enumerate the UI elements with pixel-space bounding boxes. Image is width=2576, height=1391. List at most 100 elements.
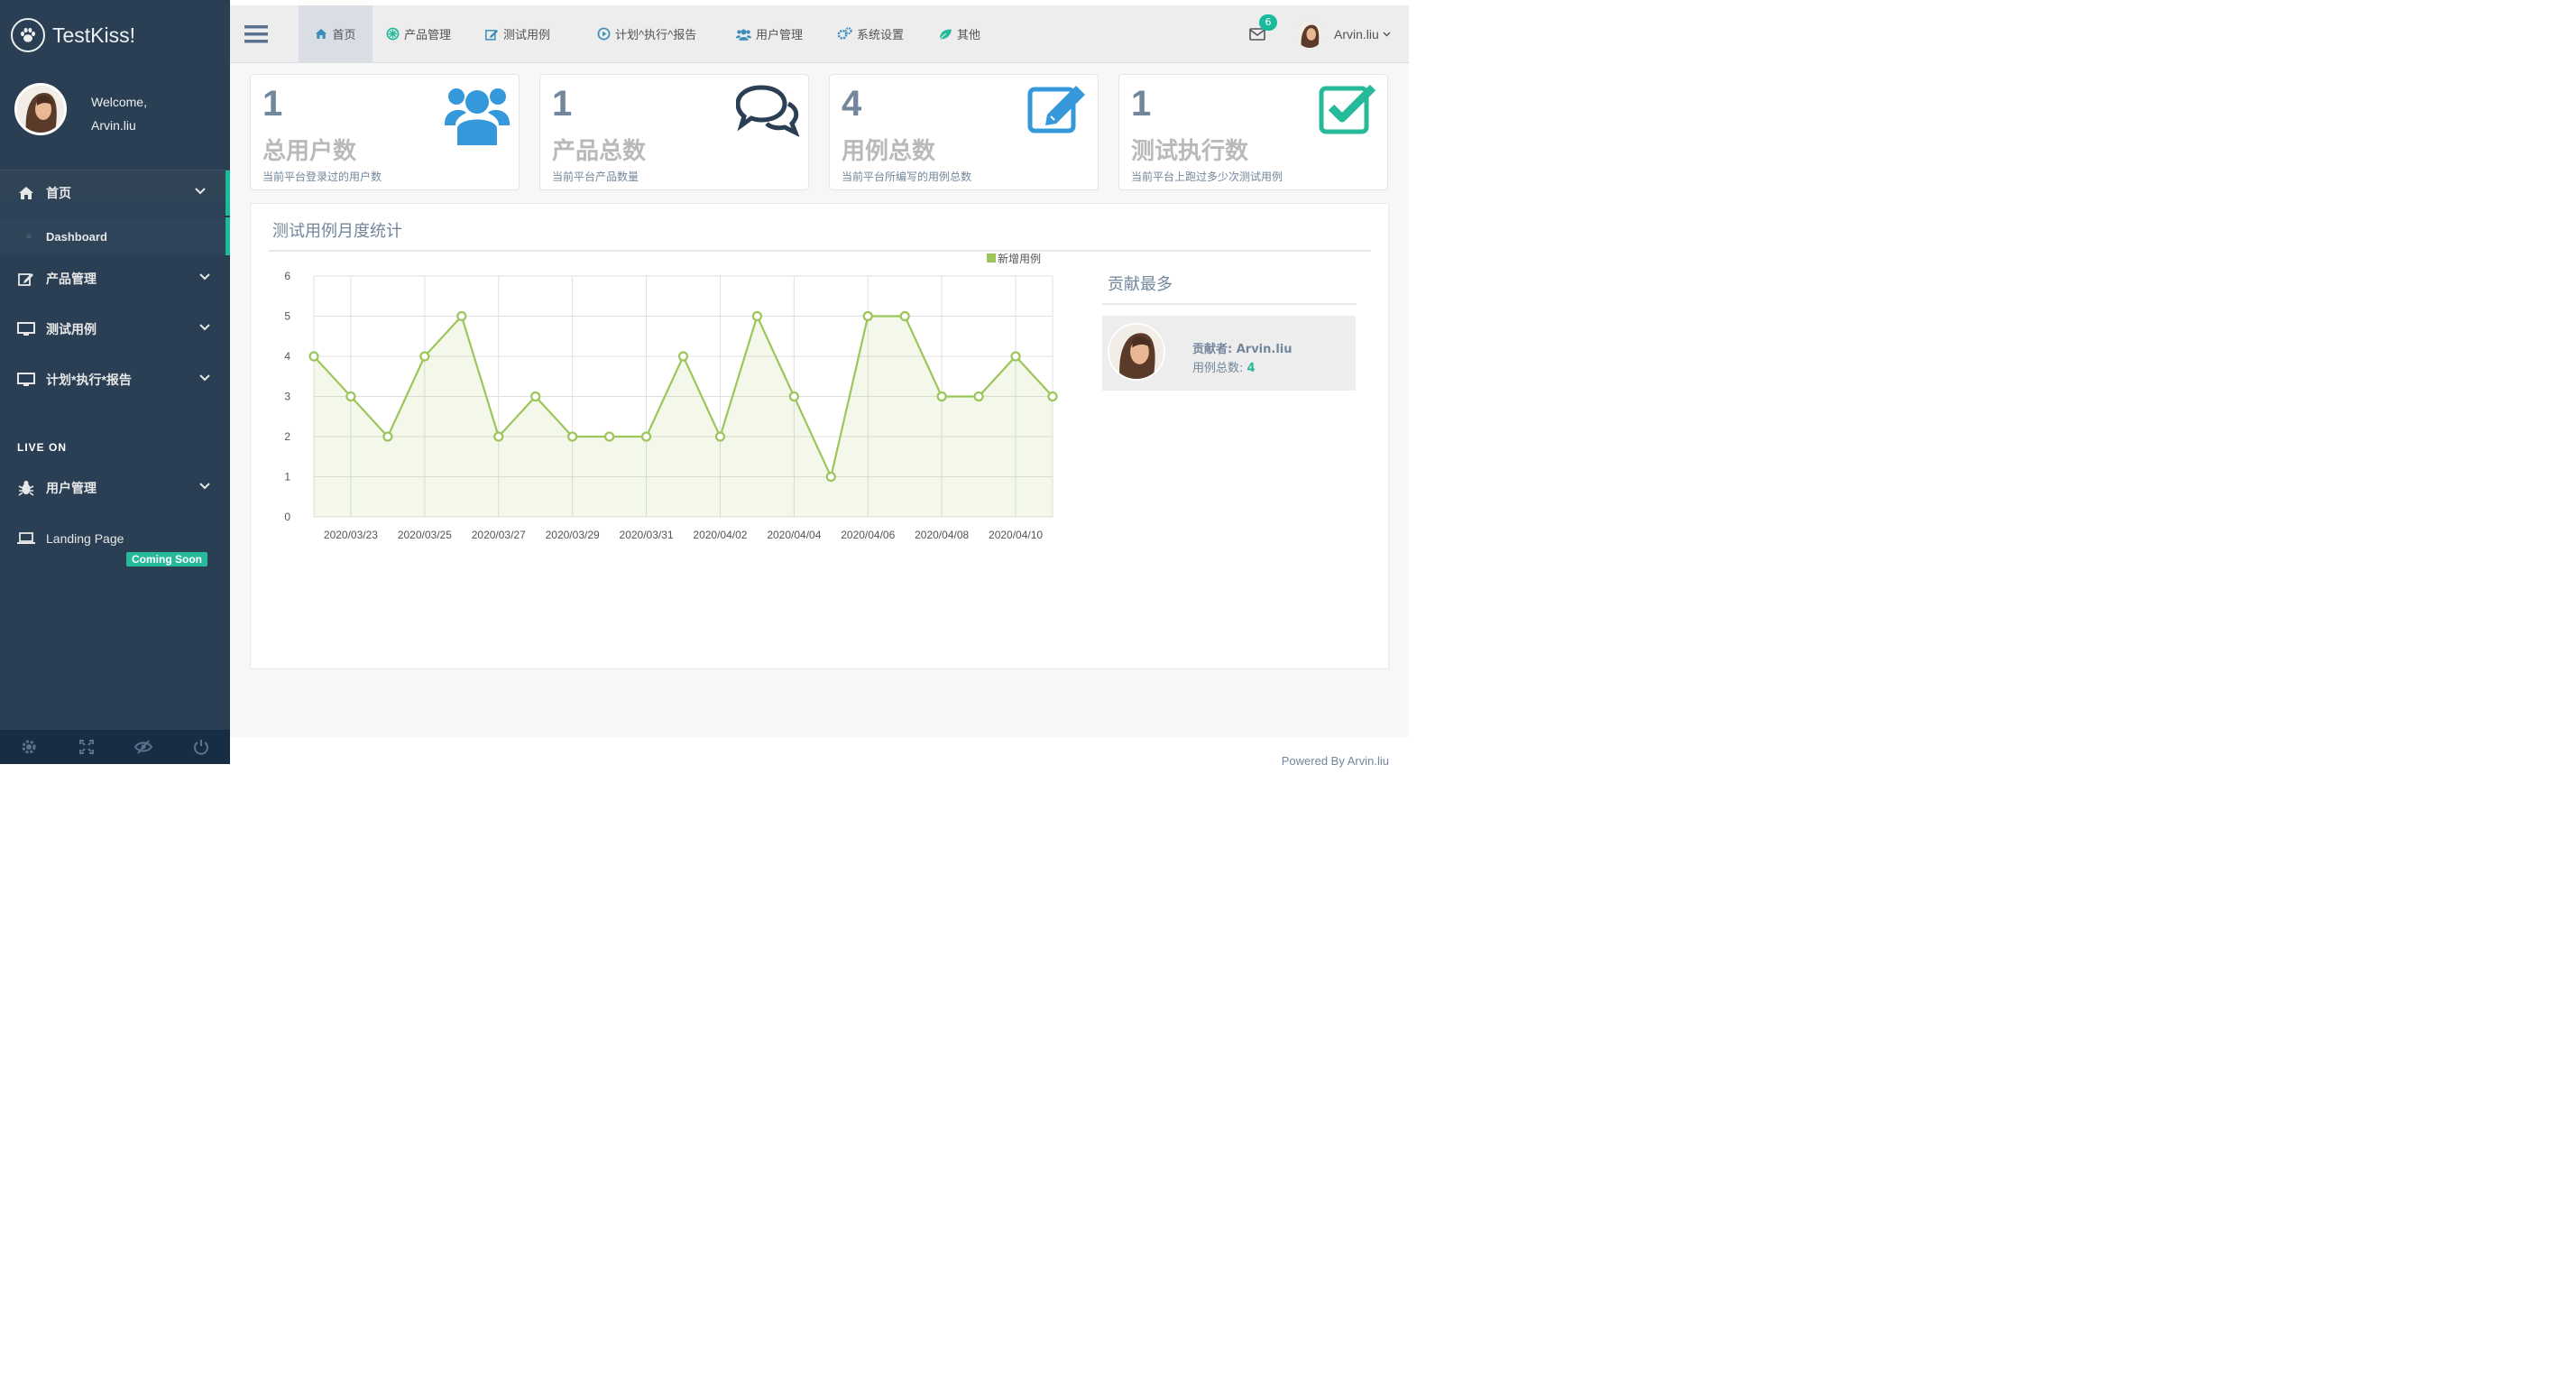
tab-label: 其他 <box>957 28 981 41</box>
tile-description: 当前平台登录过的用户数 <box>262 170 382 183</box>
menu-toggle-icon[interactable] <box>244 24 268 48</box>
tab-products[interactable]: 产品管理 <box>386 5 451 62</box>
x-tick-label: 2020/04/06 <box>841 529 895 541</box>
desktop-icon <box>16 373 36 387</box>
data-point <box>567 431 578 442</box>
y-tick-label: 3 <box>284 391 290 403</box>
x-tick-label: 2020/03/31 <box>620 529 674 541</box>
eye-slash-icon[interactable] <box>115 730 173 764</box>
data-point <box>604 431 615 442</box>
desktop-icon <box>16 322 36 336</box>
sidebar-item-home[interactable]: 首页 <box>0 170 230 216</box>
data-point <box>899 310 910 322</box>
contributor-card[interactable]: 贡献者: Arvin.liu 用例总数: 4 <box>1102 316 1356 391</box>
section-title: LIVE ON <box>17 441 68 454</box>
data-point <box>973 391 984 402</box>
testcase-chart: 0 1 2 3 4 5 6 2020/03/23 2020/03/25 2020/03/27 202… <box>284 252 1058 541</box>
tile-count: 4 <box>842 84 862 124</box>
settings-icon[interactable] <box>0 730 58 764</box>
tile-description: 当前平台产品数量 <box>552 170 639 183</box>
top-nav: 首页 产品管理 测试用例 计划^执行^报告 用户管理 系统设置 其他 6 Arv… <box>230 5 1409 63</box>
sidebar-item-label: 产品管理 <box>46 272 97 286</box>
x-tick-label: 2020/04/04 <box>767 529 821 541</box>
sidebar-footer <box>0 730 230 764</box>
tab-users[interactable]: 用户管理 <box>736 5 803 62</box>
avatar <box>1296 21 1323 48</box>
fullscreen-icon[interactable] <box>58 730 115 764</box>
sidebar-item-testcases[interactable]: 测试用例 <box>0 307 230 352</box>
tile-count: 1 <box>262 84 283 124</box>
x-tick-label: 2020/03/23 <box>324 529 378 541</box>
main-content: 1 总用户数 当前平台登录过的用户数 1 产品总数 当前平台产品数量 4 用例总… <box>230 63 1409 737</box>
sidebar-item-products[interactable]: 产品管理 <box>0 256 230 301</box>
comments-icon <box>736 85 799 137</box>
tab-label: 产品管理 <box>404 28 452 41</box>
cogs-icon <box>837 27 852 40</box>
chevron-down-icon <box>199 374 210 382</box>
data-point <box>308 351 319 362</box>
bullet-icon <box>26 234 32 239</box>
product-icon <box>386 27 400 41</box>
brand[interactable]: TestKiss! <box>11 18 135 52</box>
data-point <box>677 351 689 362</box>
tab-label: 首页 <box>332 28 356 41</box>
tab-other[interactable]: 其他 <box>938 5 980 62</box>
power-icon[interactable] <box>172 730 230 764</box>
contributor-name: 贡献者: Arvin.liu <box>1192 343 1293 356</box>
tab-settings[interactable]: 系统设置 <box>837 5 904 62</box>
chevron-down-icon <box>199 273 210 281</box>
data-point <box>1047 391 1058 402</box>
avatar <box>14 83 67 135</box>
sidebar-item-plans[interactable]: 计划*执行*报告 <box>0 357 230 402</box>
contributor-count: 用例总数: 4 <box>1192 358 1256 375</box>
contributor-title: 贡献最多 <box>1108 275 1173 294</box>
x-tick-label: 2020/03/25 <box>398 529 452 541</box>
contributor-count-label: 用例总数: <box>1192 362 1247 375</box>
tile-count: 1 <box>552 84 573 124</box>
footer: Powered By Arvin.liu <box>230 737 1409 768</box>
edit-icon <box>485 29 499 41</box>
data-point <box>530 391 541 402</box>
avatar <box>1108 323 1165 381</box>
tile-label: 产品总数 <box>552 138 647 165</box>
y-tick-label: 5 <box>284 310 290 323</box>
data-point <box>825 471 836 483</box>
footer-text: Powered By Arvin.liu <box>1281 754 1389 768</box>
tab-testcases[interactable]: 测试用例 <box>485 5 550 62</box>
data-point <box>936 391 947 402</box>
coming-soon-badge: Coming Soon <box>126 552 207 567</box>
y-tick-label: 0 <box>284 511 290 523</box>
sidebar-item-label: 首页 <box>46 186 71 200</box>
stat-tile-testcases: 4 用例总数 当前平台所编写的用例总数 <box>829 74 1099 190</box>
panel-title: 测试用例月度统计 <box>272 222 402 241</box>
tab-label: 系统设置 <box>857 28 905 41</box>
y-tick-label: 4 <box>284 350 290 363</box>
data-point <box>714 431 726 442</box>
x-tick-label: 2020/04/02 <box>693 529 747 541</box>
mail-count-badge: 6 <box>1259 14 1277 31</box>
check-square-icon <box>1319 84 1376 134</box>
sidebar-item-label: 用户管理 <box>46 481 97 495</box>
sidebar-subitem-dashboard[interactable]: Dashboard <box>0 217 230 255</box>
tab-plans[interactable]: 计划^执行^报告 <box>597 5 696 62</box>
legend-label: 新增用例 <box>998 252 1041 265</box>
bug-icon <box>16 480 36 496</box>
x-tick-label: 2020/03/29 <box>546 529 600 541</box>
y-tick-label: 6 <box>284 270 290 282</box>
tile-count: 1 <box>1131 84 1152 124</box>
sidebar-item-users[interactable]: 用户管理 <box>0 465 230 511</box>
tab-home[interactable]: 首页 <box>299 5 373 62</box>
legend-swatch <box>987 253 996 263</box>
monthly-stats-panel: 测试用例月度统计 0 1 2 3 4 5 6 2020/03/23 2020/03/25 2020… <box>250 203 1389 669</box>
x-tick-label: 2020/04/08 <box>915 529 969 541</box>
users-icon <box>736 28 751 41</box>
sidebar-subitem-label: Dashboard <box>46 230 107 244</box>
edit-icon <box>16 272 36 286</box>
data-point <box>493 431 504 442</box>
user-name: Arvin.liu <box>1334 27 1379 41</box>
brand-title: TestKiss! <box>52 23 136 47</box>
user-menu[interactable]: Arvin.liu <box>1296 21 1391 48</box>
data-point <box>862 310 873 322</box>
sidebar-item-label: 测试用例 <box>46 322 97 336</box>
sidebar-item-label: Landing Page <box>46 531 124 546</box>
